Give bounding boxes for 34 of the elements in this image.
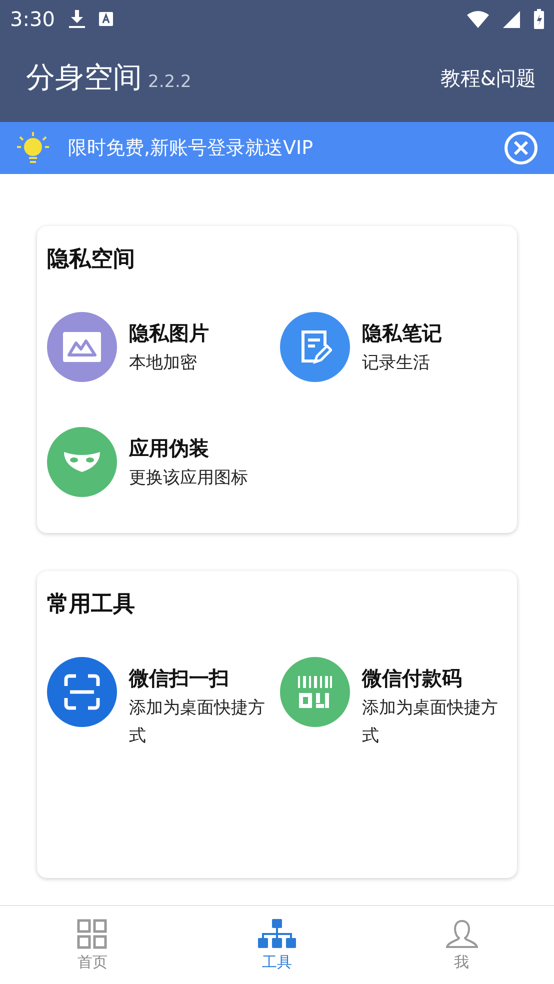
app-title: 分身空间 <box>26 59 142 96</box>
close-icon[interactable] <box>504 131 538 165</box>
image-icon <box>63 332 101 362</box>
feature-title[interactable]: 隐私图片 <box>129 320 209 347</box>
feature-description: 添加为桌面快捷方式 <box>362 697 499 748</box>
person-icon <box>446 918 478 948</box>
feature-description: 更换该应用图标 <box>129 467 248 490</box>
feature-description: 本地加密 <box>129 352 198 375</box>
promo-text: 限时免费,新账号登录就送VIP <box>68 136 314 161</box>
battery-icon <box>534 9 544 29</box>
feature-title[interactable]: 应用伪装 <box>129 435 248 462</box>
mask-icon <box>63 450 101 474</box>
lightbulb-icon <box>16 131 50 165</box>
section-title: 常用工具 <box>47 591 136 619</box>
feature-title[interactable]: 微信付款码 <box>362 665 507 692</box>
feature-description: 添加为桌面快捷方式 <box>129 697 266 748</box>
barcode-icon <box>297 674 333 710</box>
signal-icon <box>503 10 520 28</box>
feature-title[interactable]: 隐私笔记 <box>362 320 442 347</box>
tutorial-link[interactable]: 教程&问题 <box>440 64 536 92</box>
section-title: 隐私空间 <box>47 246 136 274</box>
wifi-icon <box>467 10 489 28</box>
feature-description: 记录生活 <box>362 352 431 375</box>
hierarchy-icon <box>258 918 296 948</box>
grid-icon <box>77 918 108 948</box>
scan-icon <box>64 674 100 710</box>
nav-tab[interactable]: 工具 <box>184 906 370 984</box>
feature-title[interactable]: 微信扫一扫 <box>129 665 279 692</box>
nav-tab[interactable]: 首页 <box>0 906 185 984</box>
app-notification-icon <box>98 12 113 26</box>
download-icon <box>68 10 85 28</box>
status-time: 3:30 <box>10 7 55 31</box>
app-version: 2.2.2 <box>148 72 192 92</box>
nav-tab[interactable]: 我 <box>369 906 554 984</box>
